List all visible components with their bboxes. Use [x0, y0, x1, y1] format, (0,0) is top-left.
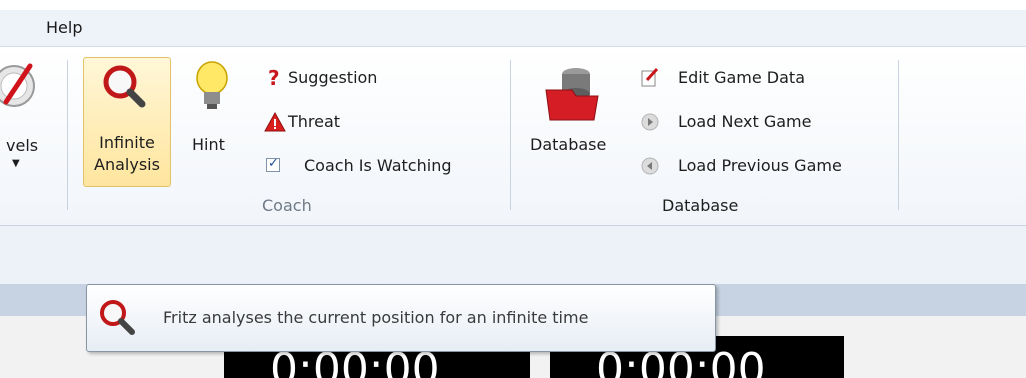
levels-dial-icon: [0, 63, 35, 107]
warning-triangle-icon: [264, 112, 286, 132]
ribbon-separator: [67, 60, 68, 210]
threat-label: Threat: [288, 112, 341, 131]
database-button-label: Database: [530, 135, 607, 154]
ribbon-separator: [898, 60, 899, 210]
database-folder-icon: [545, 68, 599, 121]
magnifier-icon: [103, 65, 146, 108]
menu-help[interactable]: Help: [46, 18, 82, 37]
question-mark-icon: ?: [268, 66, 280, 90]
infinite-analysis-label-line1: Infinite: [99, 133, 155, 152]
database-group-label: Database: [662, 196, 739, 215]
load-previous-game-label: Load Previous Game: [678, 156, 842, 175]
arrow-right-circle-icon: [641, 113, 659, 131]
levels-button[interactable]: vels ▼: [0, 58, 56, 178]
light-bulb-icon: [196, 61, 228, 109]
levels-label: vels: [6, 136, 39, 155]
toolbar-area: [0, 226, 1026, 284]
coach-group-label: Coach: [262, 196, 312, 215]
edit-game-data-label: Edit Game Data: [678, 68, 805, 87]
infinite-analysis-label-line2: Analysis: [94, 155, 160, 174]
ribbon-separator: [510, 60, 511, 210]
load-next-game-label: Load Next Game: [678, 112, 812, 131]
tooltip: Fritz analyses the current position for …: [86, 284, 716, 352]
white-clock-time: 0:00:00: [270, 344, 440, 378]
checkbox-checked-icon: [266, 156, 280, 172]
hint-button[interactable]: Hint: [184, 58, 240, 168]
tooltip-text: Fritz analyses the current position for …: [163, 308, 589, 327]
infinite-analysis-button[interactable]: Infinite Analysis: [83, 57, 171, 187]
menu-bar: Help: [0, 10, 1026, 47]
magnifier-icon: [100, 300, 135, 335]
arrow-left-circle-icon: [641, 157, 659, 175]
database-button[interactable]: Database: [528, 60, 628, 170]
black-clock-time: 0:00:00: [596, 344, 766, 378]
hint-label: Hint: [192, 135, 225, 154]
levels-dropdown-arrow-icon: ▼: [12, 158, 20, 169]
coach-is-watching-label: Coach Is Watching: [304, 156, 452, 175]
suggestion-label: Suggestion: [288, 68, 378, 87]
edit-document-icon: [641, 67, 659, 87]
